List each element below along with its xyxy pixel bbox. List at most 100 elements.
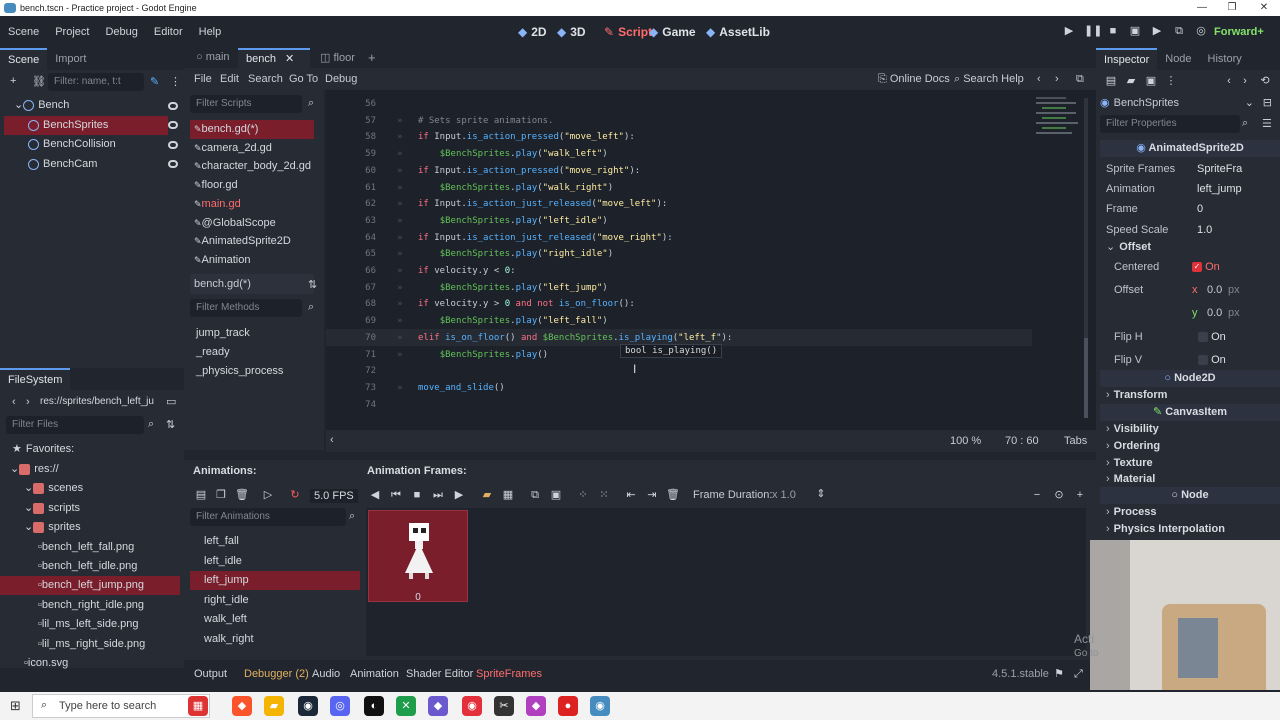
tab-import[interactable]: Import	[47, 48, 94, 70]
duplicate-icon[interactable]: ❐	[214, 488, 228, 502]
autoplay-icon[interactable]: ▷	[261, 488, 275, 502]
delete-icon[interactable]: 🗑	[235, 488, 249, 502]
script-menu-debug[interactable]: Debug	[325, 73, 357, 85]
workspace-2d[interactable]: ◆ 2D	[518, 16, 547, 48]
back-icon[interactable]: ‹	[1222, 74, 1236, 88]
xbox-icon[interactable]: ✕	[396, 696, 416, 716]
add-tab-icon[interactable]: +	[368, 50, 376, 65]
fs-item[interactable]: ⌄ res://	[0, 460, 180, 479]
category-material[interactable]: › Material	[1100, 471, 1280, 488]
add-frame-file-icon[interactable]: ▰	[480, 488, 494, 502]
attach-script-icon[interactable]: ✎	[150, 75, 159, 88]
prop-speed-scale[interactable]: Speed Scale 1.0	[1100, 219, 1280, 241]
open-resource-icon[interactable]: ▰	[1124, 74, 1138, 88]
class-header-node[interactable]: ○ Node	[1100, 487, 1280, 504]
favorites-row[interactable]: ★ Favorites:	[12, 442, 74, 455]
checkbox-checked-icon[interactable]: ✓	[1192, 262, 1202, 273]
animation-item[interactable]: walk_right	[190, 630, 360, 649]
script-menu-file[interactable]: File	[194, 73, 212, 85]
renderer-select[interactable]: Forward+	[1214, 26, 1264, 38]
capcut-icon[interactable]: ✂	[494, 696, 514, 716]
move-right-icon[interactable]: ⇥	[645, 488, 659, 502]
script-menu-goto[interactable]: Go To	[289, 73, 318, 85]
add-from-sheet-icon[interactable]: ▦	[501, 488, 515, 502]
class-header-node2d[interactable]: ○ Node2D	[1100, 370, 1280, 387]
tab-node[interactable]: Node	[1157, 48, 1199, 70]
tab-history[interactable]: History	[1200, 48, 1250, 70]
pin-icon[interactable]: ⚑	[1054, 666, 1064, 682]
category-visibility[interactable]: › Visibility	[1100, 421, 1280, 438]
app-purple-icon[interactable]: ◆	[526, 696, 546, 716]
zoom-reset-icon[interactable]: ⊙	[1052, 488, 1066, 502]
insert-before-icon[interactable]: ⁘	[576, 488, 590, 502]
float-window-icon[interactable]: ⧉	[1076, 73, 1084, 86]
animation-item[interactable]: left_jump	[190, 571, 360, 590]
animation-item[interactable]: left_fall	[190, 532, 360, 551]
indent-mode[interactable]: Tabs	[1064, 435, 1087, 447]
godot-taskbar-icon[interactable]: ◉	[590, 696, 610, 716]
workspace-3d[interactable]: ◆ 3D	[557, 16, 586, 48]
more-icon[interactable]: ⋮	[1164, 74, 1178, 88]
play-end-icon[interactable]: ⏭	[431, 488, 445, 502]
stop-icon[interactable]: ■	[1106, 24, 1120, 38]
animation-item[interactable]: walk_left	[190, 610, 360, 629]
editor-tab-main[interactable]: ○ main	[196, 51, 230, 63]
settings-icon[interactable]: ⊟	[1263, 94, 1272, 112]
offset-y-value[interactable]: 0.0	[1207, 302, 1222, 324]
menu-help[interactable]: Help	[191, 26, 230, 38]
loop-icon[interactable]: ↻	[288, 488, 302, 502]
scene-filter-input[interactable]: Filter: name, t:t	[48, 73, 144, 91]
copy-frame-icon[interactable]: ⧉	[528, 488, 542, 502]
class-header-canvasitem[interactable]: ✎ CanvasItem	[1100, 404, 1280, 421]
chevron-down-icon[interactable]: ⌄	[24, 479, 33, 498]
checkbox-icon[interactable]	[1198, 355, 1208, 366]
filter-properties-input[interactable]: Filter Properties	[1100, 115, 1240, 133]
category-process[interactable]: › Process	[1100, 504, 1280, 521]
fs-item[interactable]: ⌄ scripts	[0, 499, 180, 518]
options-icon[interactable]: ☰	[1262, 117, 1272, 130]
paste-frame-icon[interactable]: ▣	[549, 488, 563, 502]
play-backwards-icon[interactable]: ◀	[368, 488, 382, 502]
prop-value[interactable]: left_jump	[1197, 178, 1242, 200]
windows-start-icon[interactable]: ⊞	[10, 698, 21, 714]
pause-icon[interactable]: ❚❚	[1084, 24, 1102, 38]
tab-spriteframes[interactable]: SpriteFrames	[476, 666, 542, 682]
history-icon[interactable]: ⟲	[1258, 74, 1272, 88]
category-texture[interactable]: › Texture	[1100, 455, 1280, 472]
workspace-assetlib[interactable]: ◆ AssetLib	[706, 16, 770, 48]
calendar-app-icon[interactable]: ▦	[188, 696, 208, 716]
close-icon[interactable]: ✕	[1250, 0, 1278, 16]
insert-after-icon[interactable]: ⁙	[597, 488, 611, 502]
tab-audio[interactable]: Audio	[312, 666, 340, 682]
stop-icon[interactable]: ■	[410, 488, 424, 502]
filter-files-input[interactable]: Filter Files	[6, 416, 144, 434]
brave-icon[interactable]: ◆	[232, 696, 252, 716]
category-physics-interpolation[interactable]: › Physics Interpolation	[1100, 521, 1280, 538]
add-node-icon[interactable]: +	[10, 75, 16, 87]
frame-thumbnail[interactable]: 0	[368, 510, 468, 603]
file-explorer-icon[interactable]: ▰	[264, 696, 284, 716]
chevron-down-icon[interactable]: ⌄	[24, 499, 33, 518]
tab-scene[interactable]: Scene	[0, 48, 48, 70]
editor-tab-bench[interactable]: bench ✕	[238, 48, 310, 68]
link-icon[interactable]: ⛓	[32, 75, 46, 88]
workspace-game[interactable]: ◆ Game	[649, 16, 696, 48]
frame-duration-field[interactable]: x 1.0	[772, 489, 796, 501]
minimize-icon[interactable]: —	[1188, 0, 1216, 16]
prop-frame[interactable]: Frame 0	[1100, 198, 1280, 220]
prop-offset[interactable]: Offset x 0.0 px y 0.0 px	[1100, 279, 1280, 325]
prop-value[interactable]: 1.0	[1197, 219, 1212, 241]
fs-item[interactable]: ⌄ scenes	[0, 479, 180, 498]
script-menu-search[interactable]: Search	[248, 73, 283, 85]
play-custom-icon[interactable]: ⧉	[1172, 24, 1186, 38]
category-ordering[interactable]: › Ordering	[1100, 438, 1280, 455]
spinner-icon[interactable]: ⇕	[814, 487, 828, 501]
app-red-icon[interactable]: ◉	[462, 696, 482, 716]
steam-icon[interactable]: ◉	[298, 696, 318, 716]
tab-output[interactable]: Output	[194, 666, 227, 682]
zoom-level[interactable]: 100 %	[950, 435, 981, 447]
restore-icon[interactable]: ❐	[1218, 0, 1246, 16]
expand-icon[interactable]: ⤢	[1074, 666, 1083, 682]
next-script-icon[interactable]: ›	[1055, 73, 1059, 85]
animation-item[interactable]: right_idle	[190, 591, 360, 610]
